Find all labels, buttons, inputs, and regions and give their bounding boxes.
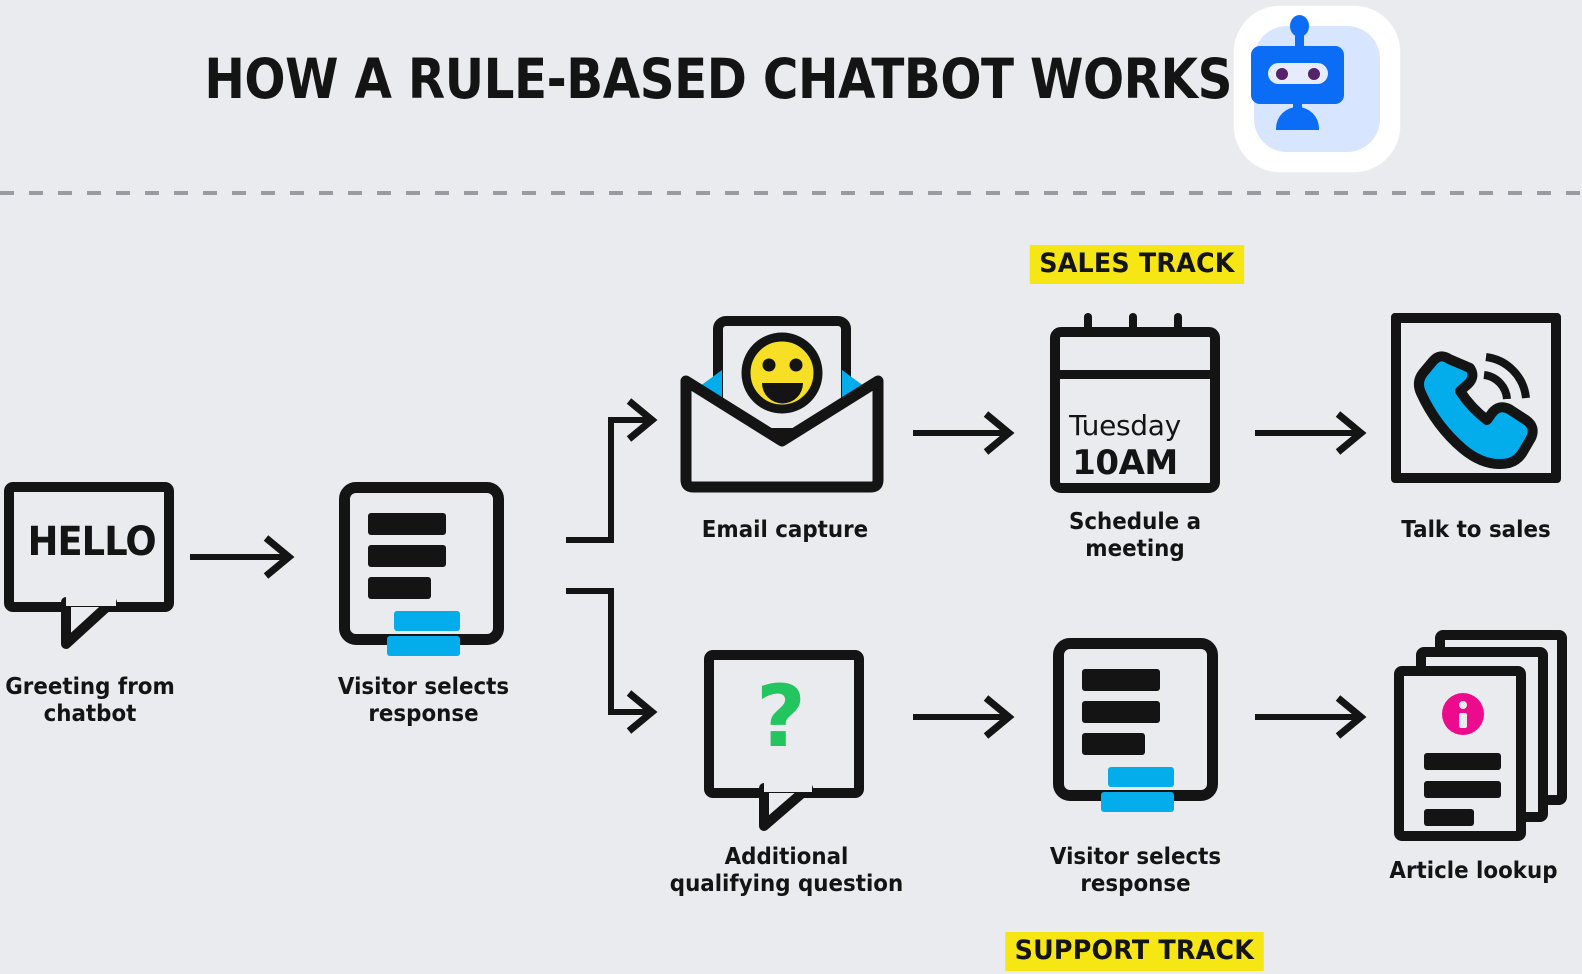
info-badge-dot: [1459, 701, 1467, 709]
card-bar-cyan-1a: [394, 611, 460, 631]
document-text-bar-3: [1424, 809, 1474, 826]
phone-icon: [1391, 313, 1561, 483]
speech-bubble-question-icon: ?: [704, 650, 864, 831]
infographic-canvas: HOW A RULE-BASED CHATBOT WORKS SALES TRA…: [0, 0, 1582, 974]
document-front: [1394, 666, 1526, 841]
arrow-qualify-to-select2: [913, 695, 1015, 739]
label-email: Email capture: [701, 517, 869, 543]
card-bar-dark-2b: [1082, 701, 1160, 723]
header-divider: [0, 191, 1582, 195]
info-badge-stem: [1459, 713, 1467, 728]
label-greeting: Greeting from chatbot: [5, 674, 175, 727]
envelope-graphic: [680, 316, 884, 493]
arrow-schedule-to-sales: [1255, 411, 1367, 455]
label-sales: Talk to sales: [1401, 517, 1551, 543]
arrow-select2-to-article: [1255, 695, 1367, 739]
card-bar-dark-2a: [1082, 669, 1160, 691]
sales-track-badge: SALES TRACK: [1029, 245, 1245, 284]
arrow-greeting-to-select1: [190, 535, 295, 579]
card-bar-cyan-2b: [1101, 792, 1174, 812]
card-bar-dark-1a: [368, 513, 446, 535]
label-select2: Visitor selects response: [1049, 844, 1222, 897]
chat-card-icon-1: [339, 482, 504, 656]
robot-eye-left: [1276, 68, 1288, 80]
phone-handset-graphic: [1413, 351, 1538, 469]
arrow-email-to-schedule: [913, 411, 1015, 455]
hello-text: HELLO: [27, 519, 157, 565]
label-select1: Visitor selects response: [337, 674, 510, 727]
card-bar-cyan-2a: [1108, 767, 1174, 787]
document-text-bar-1: [1424, 753, 1501, 770]
card-bar-dark-1b: [368, 545, 446, 567]
arrow-select1-to-qualify: [566, 588, 658, 734]
speech-bubble-hello-icon: HELLO: [4, 482, 174, 649]
card-bar-cyan-1b: [387, 636, 460, 656]
chat-card-frame-1: [339, 482, 504, 656]
card-bar-dark-1c: [368, 577, 431, 599]
question-mark-glyph: ?: [756, 667, 806, 767]
chat-card-icon-2: [1053, 638, 1218, 812]
calendar-day-text: Tuesday: [1069, 409, 1181, 442]
support-track-badge: SUPPORT TRACK: [1005, 932, 1264, 971]
info-badge: [1442, 693, 1484, 735]
chat-card-frame-2: [1053, 638, 1218, 812]
label-qualify: Additional qualifying question: [669, 844, 904, 897]
page-title: HOW A RULE-BASED CHATBOT WORKS: [204, 47, 1232, 111]
card-bar-dark-2c: [1082, 733, 1145, 755]
open-envelope-smiley-icon: [670, 315, 900, 495]
calendar-header-rule: [1050, 370, 1220, 379]
arrow-select1-to-email: [566, 398, 658, 543]
label-article: Article lookup: [1389, 858, 1558, 884]
document-stack-info-icon: [1391, 630, 1571, 841]
header: HOW A RULE-BASED CHATBOT WORKS: [0, 0, 1582, 193]
calendar-body: Tuesday 10AM: [1050, 327, 1220, 493]
calendar-time-text: 10AM: [1072, 443, 1178, 483]
calendar-icon: Tuesday 10AM: [1050, 313, 1220, 493]
robot-icon: [1234, 6, 1400, 172]
document-text-bar-2: [1424, 781, 1501, 798]
label-schedule: Schedule a meeting: [1068, 509, 1202, 562]
robot-eye-right: [1308, 68, 1320, 80]
